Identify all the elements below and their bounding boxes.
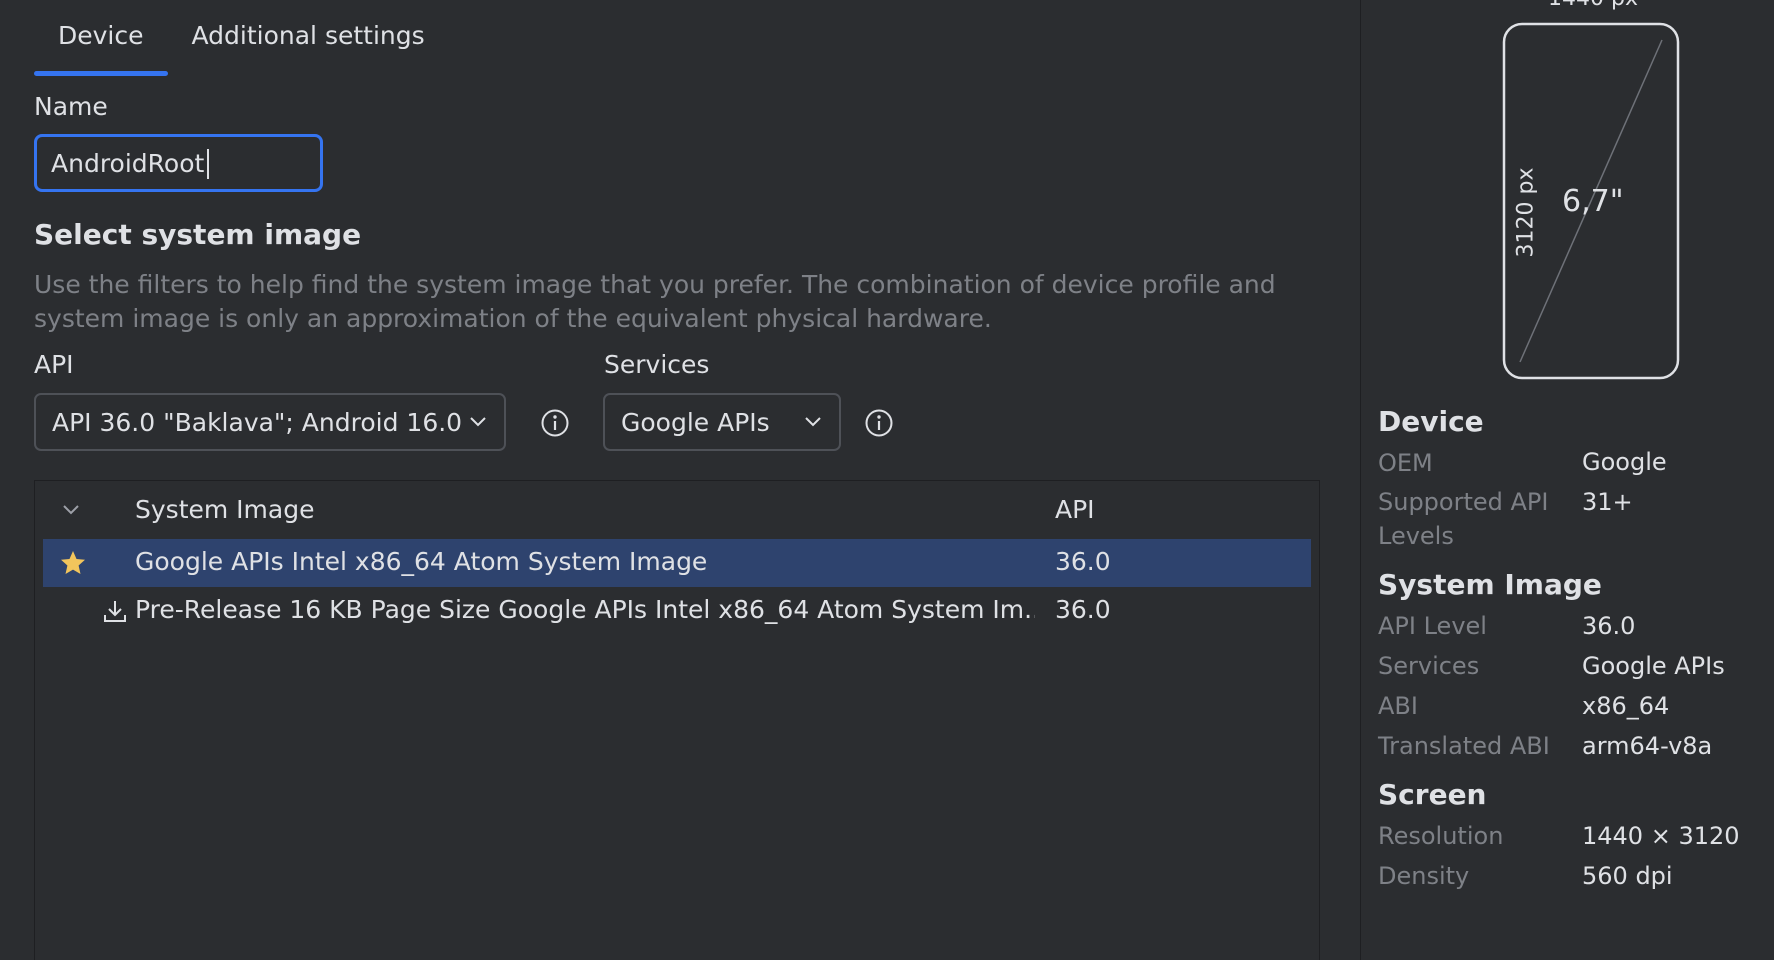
table-header: System Image API [35,481,1319,537]
resolution-key: Resolution [1378,822,1504,850]
table-row[interactable]: Google APIs Intel x86_64 Atom System Ima… [43,539,1311,587]
select-system-image-title: Select system image [34,218,362,251]
api-dropdown-value: API 36.0 "Baklava"; Android 16.0 [52,407,463,437]
abi-value: x86_64 [1582,692,1670,720]
screen-diagonal: 6,7" [1562,184,1624,219]
services-filter-label: Services [604,350,710,379]
row-api-level: 36.0 [1055,595,1111,624]
star-icon [61,551,85,574]
oem-key: OEM [1378,449,1433,477]
chevron-down-icon [470,417,486,427]
services-value: Google APIs [1582,652,1725,680]
translated-abi-key: Translated ABI [1378,732,1550,760]
device-preview: 6,7" [1502,22,1680,380]
column-header-api[interactable]: API [1055,495,1095,524]
system-image-description: Use the filters to help find the system … [34,268,1294,336]
abi-key: ABI [1378,692,1418,720]
device-config-panel: Device Additional settings Name Select s… [0,0,1774,960]
api-filter-label: API [34,350,74,379]
services-key: Services [1378,652,1480,680]
name-label: Name [34,92,108,121]
system-image-section-title: System Image [1378,568,1602,601]
tab-device[interactable]: Device [34,0,168,76]
panel-divider [1360,0,1361,960]
tab-bar: Device Additional settings [34,0,449,76]
services-dropdown[interactable]: Google APIs [603,393,841,451]
system-image-table: System Image API Google APIs Intel x86_6… [34,480,1320,960]
services-dropdown-value: Google APIs [621,407,770,437]
description-line-1: Use the filters to help find the system … [34,270,1276,299]
device-section-title: Device [1378,405,1484,438]
table-row[interactable]: Pre-Release 16 KB Page Size Google APIs … [43,587,1311,635]
text-caret [207,149,209,179]
download-icon[interactable] [101,597,129,625]
translated-abi-value: arm64-v8a [1582,732,1713,760]
services-info-icon[interactable] [864,408,894,438]
oem-value: Google [1582,448,1667,476]
tab-additional-settings[interactable]: Additional settings [168,0,449,76]
name-input[interactable] [34,134,323,192]
api-level-value: 36.0 [1582,612,1636,640]
row-api-level: 36.0 [1055,547,1111,576]
row-system-image-name: Pre-Release 16 KB Page Size Google APIs … [135,595,1035,624]
density-key: Density [1378,862,1470,890]
preview-width-label: 1440 px [1548,0,1638,11]
description-line-2: system image is only an approximation of… [34,304,992,333]
api-dropdown[interactable]: API 36.0 "Baklava"; Android 16.0 [34,393,506,451]
supported-api-value: 31+ [1582,488,1633,516]
api-info-icon[interactable] [540,408,570,438]
collapse-chevron-icon[interactable] [61,503,81,517]
row-system-image-name: Google APIs Intel x86_64 Atom System Ima… [135,547,708,576]
chevron-down-icon [805,417,821,427]
resolution-value: 1440 × 3120 [1582,822,1740,850]
api-level-key: API Level [1378,612,1487,640]
screen-section-title: Screen [1378,778,1487,811]
supported-api-key-line-2: Levels [1378,522,1454,550]
column-header-system-image[interactable]: System Image [135,495,314,524]
supported-api-key-line-1: Supported API [1378,488,1549,516]
density-value: 560 dpi [1582,862,1673,890]
